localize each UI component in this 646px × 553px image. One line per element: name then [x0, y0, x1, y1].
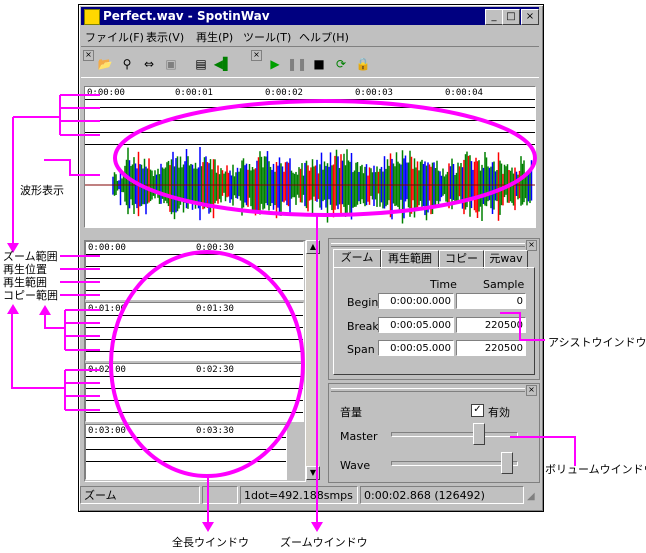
ann-arrowhead [311, 522, 323, 532]
ann-arrowhead [202, 522, 214, 532]
ann-arrowhead [39, 305, 51, 315]
ann-assist-window: アシストウインドウ [548, 336, 646, 349]
ann-zoom-window: ズームウインドウ [280, 536, 368, 549]
ann-copy-range: コピー範囲 [3, 289, 58, 302]
ann-waveform: 波形表示 [20, 184, 64, 197]
ann-arrowhead [7, 304, 19, 314]
ann-full-window: 全長ウインドウ [172, 536, 249, 549]
ann-line [44, 315, 65, 329]
ann-line [500, 312, 545, 341]
ann-volume-window: ボリュームウインドウ [545, 463, 646, 476]
zoom-highlight-ellipse [113, 99, 537, 217]
ann-line [44, 159, 100, 176]
full-highlight-ellipse [109, 250, 305, 478]
ann-line [11, 314, 65, 389]
